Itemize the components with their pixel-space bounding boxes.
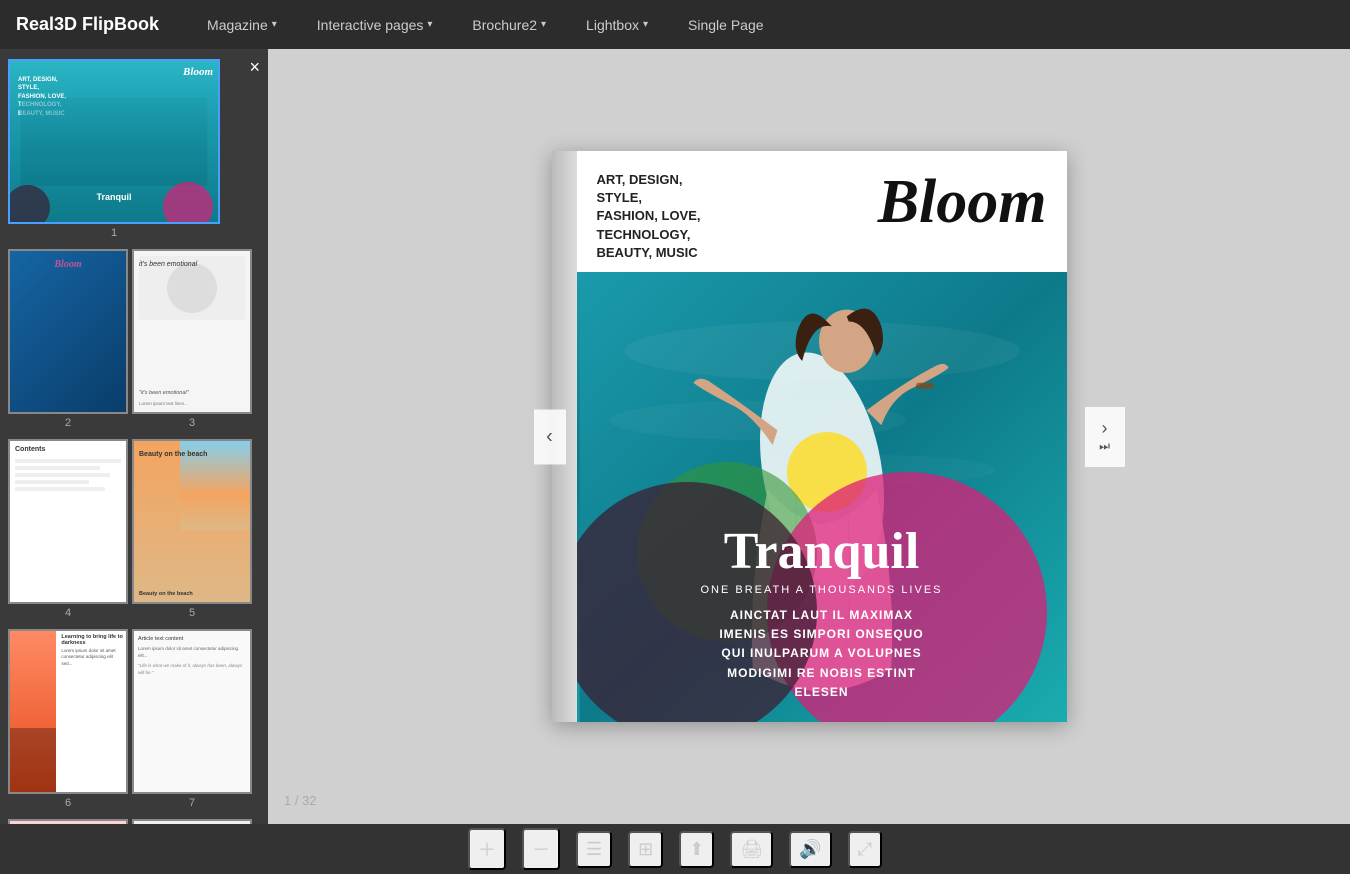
tranquil-title: Tranquil [577, 526, 1067, 578]
total-pages: 32 [302, 793, 316, 808]
thumbnail-row-2-3: 2 "it's been emotional" Lorem ipsum text… [8, 249, 260, 429]
next-page-button[interactable]: › ⏭ [1085, 407, 1125, 467]
thumbnail-row-6-7: Learning to bring life to darkness Lorem… [8, 629, 260, 809]
page-6-thumbnail[interactable]: Learning to bring life to darkness Lorem… [8, 629, 128, 794]
print-button[interactable]: 🖨 [730, 831, 773, 868]
cover-taglines: ART, DESIGN,STYLE,FASHION, LOVE,TECHNOLO… [597, 171, 701, 262]
nav-single-page[interactable]: Single Page [680, 13, 772, 37]
nav-interactive-pages[interactable]: Interactive pages ▾ [309, 13, 441, 37]
grid-view-button[interactable]: ⊞ [628, 831, 663, 868]
toc-button[interactable]: ☰ [576, 831, 612, 868]
page-7-thumbnail[interactable]: Article text content Lorem ipsum dolor s… [132, 629, 252, 794]
page-8-thumbnail[interactable]: Mystery [8, 819, 128, 824]
book-viewer: ‹ ART, DESIGN,STYLE,FASHION, LOVE,TECHNO… [268, 49, 1350, 824]
zoom-out-button[interactable]: － [522, 828, 560, 870]
page-2-number: 2 [65, 417, 71, 429]
fullscreen-icon: ⤢ [858, 839, 872, 860]
fullscreen-button[interactable]: ⤢ [848, 831, 882, 868]
top-navigation: Real3D FlipBook Magazine ▾ Interactive p… [0, 0, 1350, 49]
nav-brochure2[interactable]: Brochure2 ▾ [464, 13, 554, 37]
page-6-number: 6 [65, 797, 71, 809]
cover-title: Bloom [878, 171, 1047, 233]
nav-magazine[interactable]: Magazine ▾ [199, 13, 285, 37]
page-5-number: 5 [189, 607, 195, 619]
chevron-down-icon: ▾ [643, 19, 648, 30]
thumbnail-group-8-9: Mystery 8 9 [8, 819, 260, 824]
page-3-thumbnail[interactable]: "it's been emotional" Lorem ipsum text l… [132, 249, 252, 414]
magazine-page: ART, DESIGN,STYLE,FASHION, LOVE,TECHNOLO… [577, 151, 1067, 722]
close-sidebar-button[interactable]: × [249, 57, 260, 78]
book-spread: ART, DESIGN,STYLE,FASHION, LOVE,TECHNOLO… [552, 151, 1067, 722]
nav-lightbox[interactable]: Lightbox ▾ [578, 13, 656, 37]
app-brand: Real3D FlipBook [16, 14, 159, 35]
thumbnail-row-4-5: Contents 4 [8, 439, 260, 619]
list-item[interactable]: Contents 4 [8, 439, 128, 619]
list-item[interactable]: Learning to bring life to darkness Lorem… [8, 629, 128, 809]
thumbnail-group-1: Bloom ART, DESIGN,STYLE,FASHION, LOVE,TE… [8, 59, 260, 239]
page-7-number: 7 [189, 797, 195, 809]
page-4-thumbnail[interactable]: Contents [8, 439, 128, 604]
list-item[interactable]: Article text content Lorem ipsum dolor s… [132, 629, 252, 809]
zoom-out-icon: － [532, 836, 550, 862]
page-1-number: 1 [111, 227, 117, 239]
prev-arrow-icon: ‹ [546, 425, 553, 448]
thumbnail-group-6-7: Learning to bring life to darkness Lorem… [8, 629, 260, 809]
feature-body: AINCTAT LAUT IL MAXIMAX IMENIS ES SIMPOR… [577, 606, 1067, 702]
page-1-thumbnail[interactable]: Bloom ART, DESIGN,STYLE,FASHION, LOVE,TE… [8, 59, 220, 224]
prev-page-button[interactable]: ‹ [534, 409, 566, 464]
page-5-thumbnail[interactable]: Beauty on the beach [132, 439, 252, 604]
list-item[interactable]: 9 [132, 819, 252, 824]
toc-icon: ☰ [586, 839, 602, 860]
cover-header: ART, DESIGN,STYLE,FASHION, LOVE,TECHNOLO… [577, 151, 1067, 272]
last-page-icon: ⏭ [1099, 439, 1110, 454]
thumbnail-group-4-5: Contents 4 [8, 439, 260, 619]
page-9-thumbnail[interactable] [132, 819, 252, 824]
cover-text-overlay: Tranquil ONE BREATH A THOUSANDS LIVES AI… [577, 526, 1067, 702]
print-icon: 🖨 [740, 839, 763, 860]
zoom-in-button[interactable]: ＋ [468, 828, 506, 870]
thumbnail-group-2-3: 2 "it's been emotional" Lorem ipsum text… [8, 249, 260, 429]
zoom-in-icon: ＋ [478, 836, 496, 862]
list-item[interactable]: 2 [8, 249, 128, 429]
page-thumbnails-sidebar: × Bloom ART, DESIGN,STYLE,FASHION, LOVE,… [0, 49, 268, 824]
list-item[interactable]: Beauty on the beach 5 [132, 439, 252, 619]
list-item[interactable]: Bloom ART, DESIGN,STYLE,FASHION, LOVE,TE… [8, 59, 220, 239]
list-item[interactable]: Mystery 8 [8, 819, 128, 824]
bloom-label: Bloom [183, 66, 213, 78]
bottom-toolbar: ＋ － ☰ ⊞ ⬆ 🖨 🔊 ⤢ [0, 824, 1350, 874]
grid-icon: ⊞ [638, 839, 653, 860]
sound-icon: 🔊 [799, 839, 821, 860]
page-4-number: 4 [65, 607, 71, 619]
current-page: 1 [284, 793, 291, 808]
chevron-down-icon: ▾ [427, 19, 432, 30]
main-content: × Bloom ART, DESIGN,STYLE,FASHION, LOVE,… [0, 49, 1350, 824]
next-arrow-icon: › [1102, 419, 1108, 437]
thumbnail-row-8-9: Mystery 8 9 [8, 819, 260, 824]
page-indicator: 1 / 32 [284, 793, 317, 808]
thumbnail-row-1: Bloom ART, DESIGN,STYLE,FASHION, LOVE,TE… [8, 59, 260, 239]
share-button[interactable]: ⬆ [679, 831, 714, 868]
chevron-down-icon: ▾ [272, 19, 277, 30]
page-2-thumbnail[interactable] [8, 249, 128, 414]
cover-main-image: csvge© Tranquil ONE BREATH A THOUSANDS L… [577, 272, 1067, 722]
page-3-number: 3 [189, 417, 195, 429]
feature-subtitle: ONE BREATH A THOUSANDS LIVES [577, 584, 1067, 596]
book-container: ‹ ART, DESIGN,STYLE,FASHION, LOVE,TECHNO… [552, 151, 1067, 722]
share-icon: ⬆ [689, 839, 704, 860]
chevron-down-icon: ▾ [541, 19, 546, 30]
list-item[interactable]: "it's been emotional" Lorem ipsum text l… [132, 249, 252, 429]
sound-button[interactable]: 🔊 [789, 831, 831, 868]
